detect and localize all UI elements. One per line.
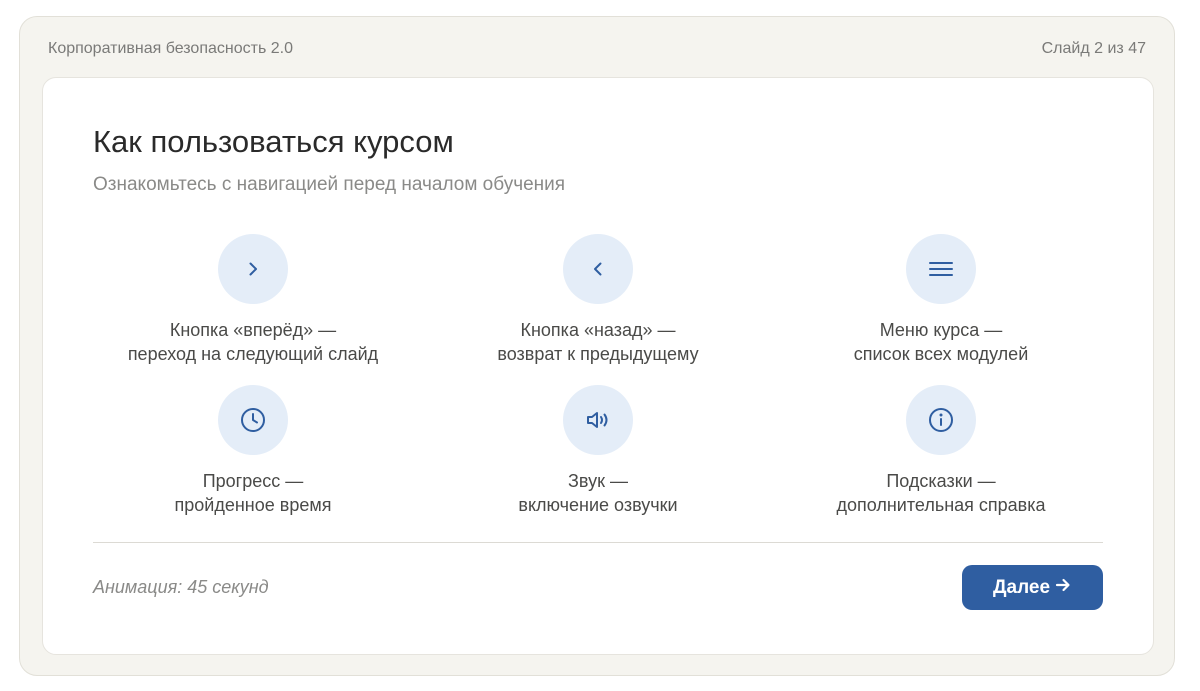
feature-progress: Прогресс — пройденное время	[83, 385, 423, 525]
feature-title: Кнопка «назад» —	[520, 320, 676, 340]
feature-title: Звук —	[568, 471, 628, 491]
feature-description: переход на следующий слайд	[127, 344, 379, 364]
slide-subtitle: Ознакомьтесь с навигацией перед началом …	[93, 174, 566, 195]
feature-description: возврат к предыдущему	[497, 344, 699, 364]
course-player: Корпоративная безопасность 2.0 Слайд 2 и…	[19, 16, 1175, 676]
menu-icon	[906, 234, 976, 304]
next-button[interactable]: Далее	[962, 565, 1103, 610]
feature-description: пройденное время	[174, 495, 332, 515]
slide-card: Как пользоваться курсом Ознакомьтесь с н…	[42, 77, 1154, 655]
feature-back: Кнопка «назад» — возврат к предыдущему	[428, 234, 768, 374]
feature-description: включение озвучки	[518, 495, 678, 515]
animation-duration: Анимация: 45 секунд	[93, 577, 269, 597]
feature-description: список всех модулей	[853, 344, 1029, 364]
feature-sound: Звук — включение озвучки	[428, 385, 768, 525]
course-name: Корпоративная безопасность 2.0	[48, 40, 293, 57]
next-button-label: Далее	[992, 576, 1051, 598]
chevron-right-icon	[218, 234, 288, 304]
speaker-icon	[563, 385, 633, 455]
feature-title: Прогресс —	[202, 471, 304, 491]
feature-hints: Подсказки — дополнительная справка	[771, 385, 1111, 525]
features-grid: Кнопка «вперёд» — переход на следующий с…	[43, 234, 1153, 524]
feature-menu: Меню курса — список всех модулей	[771, 234, 1111, 374]
slide-counter: Слайд 2 из 47	[1041, 40, 1146, 57]
chevron-left-icon	[563, 234, 633, 304]
divider	[93, 542, 1103, 543]
feature-title: Меню курса —	[879, 320, 1003, 340]
slide-title: Как пользоваться курсом	[93, 124, 454, 159]
feature-description: дополнительная справка	[836, 495, 1046, 515]
player-header: Корпоративная безопасность 2.0 Слайд 2 и…	[20, 17, 1174, 77]
arrow-right-icon	[1054, 576, 1072, 600]
clock-icon	[218, 385, 288, 455]
info-icon	[906, 385, 976, 455]
feature-title: Кнопка «вперёд» —	[169, 320, 337, 340]
feature-next: Кнопка «вперёд» — переход на следующий с…	[83, 234, 423, 374]
feature-title: Подсказки —	[886, 471, 996, 491]
